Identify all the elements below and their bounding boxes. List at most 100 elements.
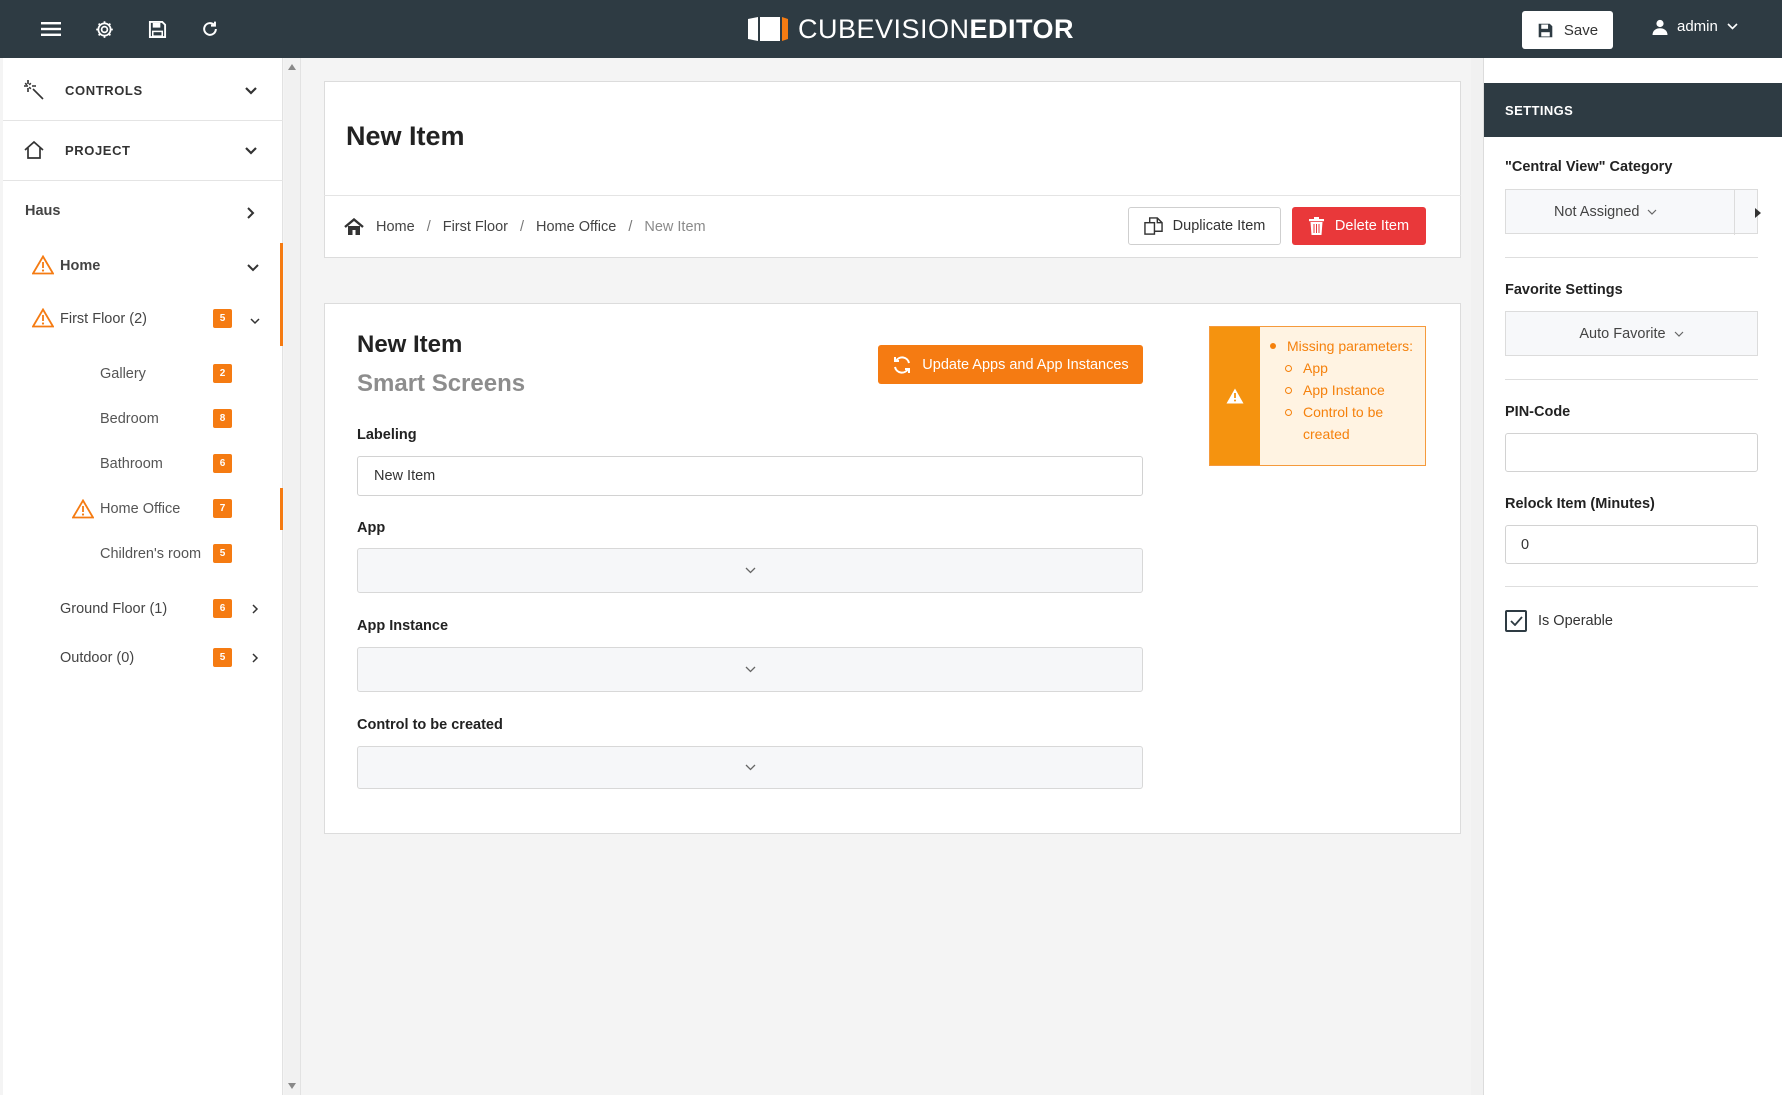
count-badge: 7 bbox=[213, 499, 232, 518]
breadcrumb: Home / First Floor / Home Office / New I… bbox=[344, 218, 706, 236]
chevron-down-icon bbox=[245, 87, 257, 95]
divider bbox=[1505, 586, 1758, 587]
control-select[interactable] bbox=[357, 746, 1143, 789]
app-select[interactable] bbox=[357, 548, 1143, 593]
active-indicator bbox=[280, 488, 283, 530]
active-indicator bbox=[280, 243, 283, 346]
relock-label: Relock Item (Minutes) bbox=[1505, 496, 1655, 512]
update-apps-label: Update Apps and App Instances bbox=[922, 356, 1129, 373]
chevron-down-icon[interactable] bbox=[246, 261, 260, 275]
is-operable-label: Is Operable bbox=[1538, 613, 1613, 629]
delete-item-button[interactable]: Delete Item bbox=[1292, 207, 1426, 245]
breadcrumb-first-floor[interactable]: First Floor bbox=[443, 219, 508, 235]
chevron-right-icon[interactable] bbox=[244, 206, 258, 220]
is-operable-checkbox[interactable]: Is Operable bbox=[1505, 610, 1613, 632]
top-bar: CUBEVISIONEDITOR Save admin bbox=[0, 0, 1782, 58]
cube-logo-icon bbox=[744, 15, 790, 43]
alert-item-app-instance: App Instance bbox=[1282, 379, 1413, 401]
tree-root-haus[interactable]: Haus bbox=[25, 198, 60, 224]
count-badge: 6 bbox=[213, 599, 232, 618]
tree-item-label: Home Office bbox=[100, 501, 181, 517]
item-subtitle: Smart Screens bbox=[357, 370, 526, 397]
update-apps-button[interactable]: Update Apps and App Instances bbox=[878, 345, 1143, 384]
tree-item-first-floor[interactable]: First Floor (2) bbox=[60, 306, 147, 332]
chevron-down-icon bbox=[1727, 23, 1738, 30]
user-menu[interactable]: admin bbox=[1652, 18, 1738, 35]
warning-icon bbox=[32, 308, 54, 328]
tree-item-label: Bedroom bbox=[100, 411, 159, 427]
category-select[interactable]: Not Assigned bbox=[1505, 189, 1761, 235]
chevron-down-icon bbox=[1648, 209, 1657, 215]
alert-item-control: Control to be bbox=[1282, 401, 1413, 423]
alert-list: Missing parameters: App App Instance Con… bbox=[1269, 335, 1413, 445]
tree-item-gallery[interactable]: Gallery bbox=[100, 361, 146, 387]
breadcrumb-home-office[interactable]: Home Office bbox=[536, 219, 616, 235]
sidebar-section-project[interactable]: PROJECT bbox=[3, 121, 283, 181]
save-disk-icon bbox=[1538, 23, 1553, 37]
menu-icon[interactable] bbox=[35, 13, 67, 45]
logo-text-editor: EDITOR bbox=[969, 13, 1075, 44]
tree-item-home[interactable]: Home bbox=[60, 253, 100, 279]
checkbox-box[interactable] bbox=[1505, 610, 1527, 632]
control-label: Control to be created bbox=[357, 717, 503, 733]
save-button[interactable]: Save bbox=[1522, 11, 1613, 49]
favorite-label: Favorite Settings bbox=[1505, 282, 1623, 298]
count-badge: 6 bbox=[213, 454, 232, 473]
category-label: "Central View" Category bbox=[1505, 159, 1673, 175]
sidebar-section-controls[interactable]: CONTROLS bbox=[3, 61, 283, 121]
home-outline-icon bbox=[23, 139, 47, 163]
settings-heading: SETTINGS bbox=[1484, 83, 1782, 137]
page-title: New Item bbox=[346, 121, 465, 151]
favorite-select[interactable]: Auto Favorite bbox=[1505, 311, 1758, 356]
pin-code-input[interactable] bbox=[1505, 433, 1758, 472]
gear-icon[interactable] bbox=[88, 13, 120, 45]
relock-input[interactable]: 0 bbox=[1505, 525, 1758, 564]
tree-item-label: Outdoor (0) bbox=[60, 650, 135, 666]
chevron-down-icon[interactable] bbox=[248, 314, 262, 328]
tree-item-label: Children's room bbox=[100, 546, 202, 562]
chevron-down-icon bbox=[745, 764, 755, 771]
tree-item-outdoor[interactable]: Outdoor (0) bbox=[60, 645, 134, 671]
breadcrumb-home[interactable]: Home bbox=[376, 219, 415, 235]
user-icon bbox=[1652, 19, 1668, 35]
chevron-right-icon[interactable] bbox=[248, 602, 262, 616]
logo-text-cubevision: CUBEVISION bbox=[798, 13, 970, 44]
scroll-up-arrow-icon[interactable] bbox=[288, 64, 296, 70]
main-scrollbar[interactable] bbox=[1471, 58, 1483, 1095]
breadcrumb-separator: / bbox=[628, 219, 633, 235]
alert-side bbox=[1210, 327, 1260, 465]
warning-icon bbox=[1226, 388, 1244, 404]
labeling-input[interactable]: New Item bbox=[357, 456, 1143, 496]
save-label: Save bbox=[1563, 21, 1599, 39]
chevron-down-icon bbox=[245, 147, 257, 155]
tree-item-childrens-room[interactable]: Children's room bbox=[100, 541, 201, 567]
app-label: App bbox=[357, 520, 386, 536]
duplicate-item-button[interactable]: Duplicate Item bbox=[1128, 207, 1281, 245]
tree-item-bedroom[interactable]: Bedroom bbox=[100, 406, 159, 432]
count-badge: 5 bbox=[213, 544, 232, 563]
tree-item-label: Ground Floor (1) bbox=[60, 601, 168, 617]
tree-item-label: Home bbox=[60, 258, 101, 274]
app-instance-select[interactable] bbox=[357, 647, 1143, 692]
tree-item-label: Bathroom bbox=[100, 456, 163, 472]
count-badge: 8 bbox=[213, 409, 232, 428]
checkmark-icon bbox=[1509, 616, 1523, 626]
save-disk-icon[interactable] bbox=[141, 13, 173, 45]
alert-item-app: App bbox=[1282, 357, 1413, 379]
category-next-button[interactable] bbox=[1734, 190, 1780, 235]
chevron-right-icon[interactable] bbox=[248, 651, 262, 665]
scroll-down-arrow-icon[interactable] bbox=[288, 1083, 296, 1089]
delete-item-label: Delete Item bbox=[1334, 218, 1410, 234]
duplicate-item-label: Duplicate Item bbox=[1172, 218, 1266, 234]
breadcrumb-bar: Home / First Floor / Home Office / New I… bbox=[324, 195, 1461, 258]
sidebar-scrollbar[interactable] bbox=[284, 58, 301, 1095]
refresh-icon[interactable] bbox=[194, 13, 226, 45]
tree-item-ground-floor[interactable]: Ground Floor (1) bbox=[60, 596, 167, 622]
chevron-down-icon bbox=[1674, 331, 1684, 337]
tree-item-bathroom[interactable]: Bathroom bbox=[100, 451, 163, 477]
sidebar-section-label: CONTROLS bbox=[65, 83, 143, 98]
breadcrumb-separator: / bbox=[519, 219, 524, 235]
home-icon[interactable] bbox=[344, 218, 364, 236]
tree-item-home-office[interactable]: Home Office bbox=[100, 496, 180, 522]
item-title: New Item bbox=[357, 331, 463, 358]
